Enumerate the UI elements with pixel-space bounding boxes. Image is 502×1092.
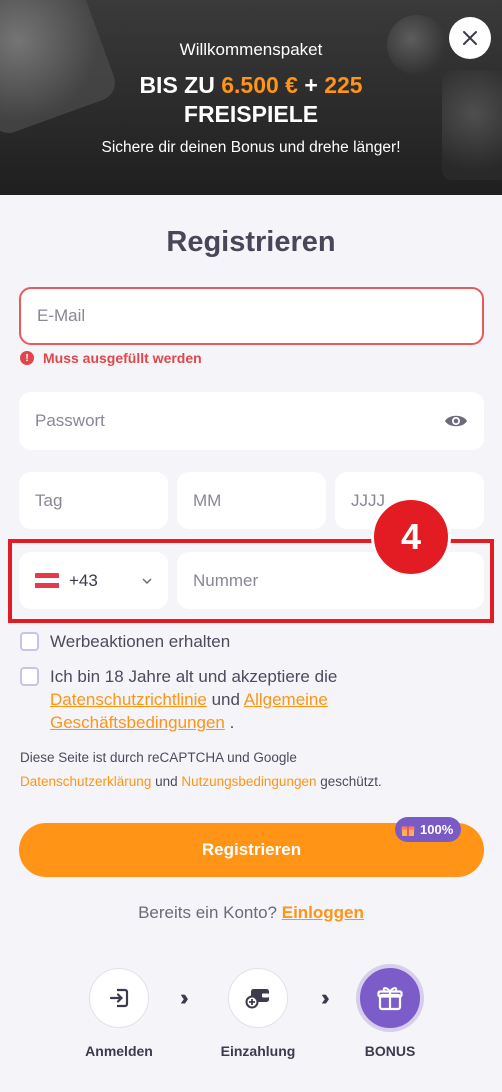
terms-text: Ich bin 18 Jahre alt und akzeptiere die … bbox=[50, 665, 480, 734]
terms-suffix: . bbox=[224, 713, 235, 732]
login-link[interactable]: Einloggen bbox=[282, 903, 364, 922]
banner-title: BIS ZU 6.500 € + 225 FREISPIELE bbox=[0, 71, 502, 129]
promo-checkbox-label: Werbeaktionen erhalten bbox=[50, 632, 231, 651]
login-prompt: Bereits ein Konto? Einloggen bbox=[0, 903, 502, 923]
banner-title-prefix: BIS ZU bbox=[139, 72, 222, 98]
day-field[interactable]: Tag bbox=[19, 472, 168, 529]
step-bonus bbox=[360, 968, 420, 1028]
close-button[interactable] bbox=[449, 17, 491, 59]
terms-and: und bbox=[206, 690, 244, 709]
step-deposit bbox=[228, 968, 288, 1028]
banner-subtitle: Sichere dir deinen Bonus und drehe länge… bbox=[101, 139, 401, 156]
email-placeholder: E-Mail bbox=[37, 306, 86, 325]
google-terms-link[interactable]: Nutzungsbedingungen bbox=[181, 774, 316, 789]
step-label-bonus: BONUS bbox=[364, 1043, 416, 1059]
welcome-banner: Willkommenspaket BIS ZU 6.500 € + 225 FR… bbox=[0, 0, 502, 195]
step-arrow-2: ›› bbox=[321, 985, 329, 1010]
deposit-icon bbox=[245, 989, 269, 1009]
gift-icon bbox=[377, 987, 403, 1011]
recaptcha-notice: Diese Seite ist durch reCAPTCHA und Goog… bbox=[20, 746, 490, 794]
step-label-signup: Anmelden bbox=[85, 1043, 153, 1059]
privacy-policy-link[interactable]: Datenschutzrichtlinie bbox=[50, 690, 207, 709]
google-privacy-link[interactable]: Datenschutzerklärung bbox=[20, 774, 151, 789]
error-icon: ! bbox=[20, 351, 34, 365]
banner-title-line2: FREISPIELE bbox=[183, 101, 319, 127]
banner-title-amount: 6.500 € bbox=[221, 72, 298, 98]
login-icon bbox=[109, 988, 129, 1008]
step-arrow-1: ›› bbox=[180, 985, 188, 1010]
terms-checkbox-row[interactable]: Ich bin 18 Jahre alt und akzeptiere die … bbox=[20, 665, 480, 734]
terms-prefix: Ich bin 18 Jahre alt und akzeptiere die bbox=[50, 667, 338, 686]
recaptcha-and: und bbox=[151, 774, 182, 789]
banner-topline: Willkommenspaket bbox=[179, 40, 323, 59]
email-error: ! Muss ausgefüllt werden bbox=[20, 350, 202, 366]
banner-title-plus: + bbox=[297, 72, 325, 98]
terms-checkbox[interactable] bbox=[20, 667, 39, 686]
promo-checkbox[interactable] bbox=[20, 632, 39, 651]
banner-title-spins: 225 bbox=[324, 72, 363, 98]
month-field[interactable]: MM bbox=[177, 472, 326, 529]
bonus-pill: 100% bbox=[395, 817, 462, 842]
step-annotation-badge: 4 bbox=[371, 497, 451, 577]
gift-icon bbox=[401, 826, 415, 836]
login-prompt-text: Bereits ein Konto? bbox=[138, 903, 282, 922]
password-placeholder: Passwort bbox=[35, 411, 105, 430]
step-signup bbox=[89, 968, 149, 1028]
day-placeholder: Tag bbox=[35, 490, 63, 510]
close-icon bbox=[463, 31, 477, 45]
month-placeholder: MM bbox=[193, 490, 222, 510]
eye-icon[interactable] bbox=[444, 413, 468, 429]
email-field[interactable]: E-Mail bbox=[19, 287, 484, 345]
email-error-text: Muss ausgefüllt werden bbox=[43, 350, 202, 366]
promo-checkbox-row[interactable]: Werbeaktionen erhalten bbox=[20, 630, 230, 653]
recaptcha-line1: Diese Seite ist durch reCAPTCHA und Goog… bbox=[20, 750, 297, 765]
page-title: Registrieren bbox=[166, 226, 336, 258]
step-label-deposit: Einzahlung bbox=[220, 1043, 296, 1059]
bonus-pill-value: 100% bbox=[420, 822, 454, 837]
year-placeholder: JJJJ bbox=[351, 490, 385, 510]
recaptcha-suffix: geschützt. bbox=[316, 774, 382, 789]
password-field[interactable]: Passwort bbox=[19, 392, 484, 450]
